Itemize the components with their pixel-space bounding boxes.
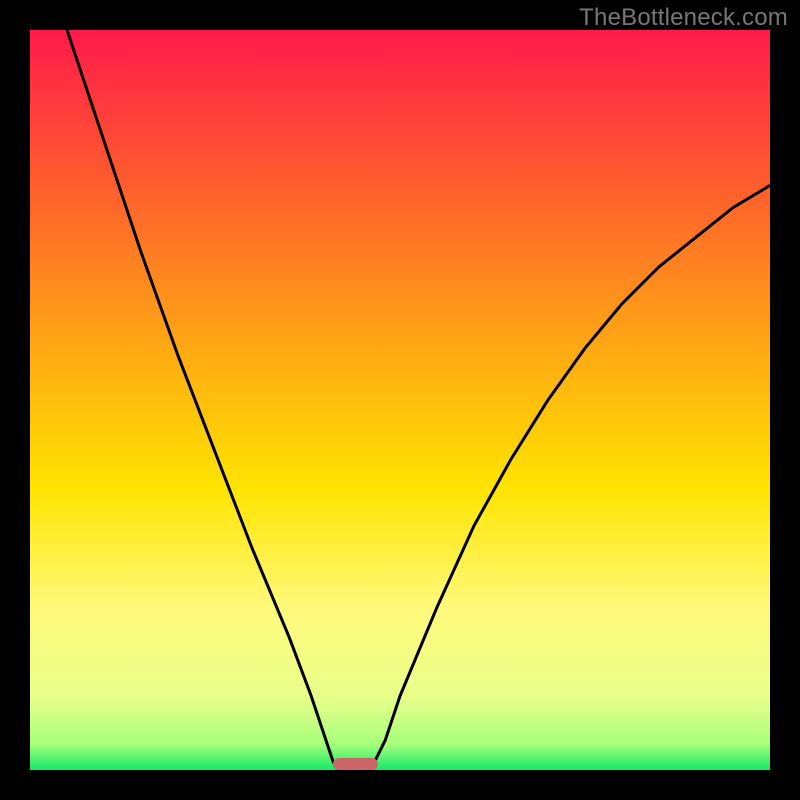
right-curve [370,185,770,770]
curves-layer [30,30,770,770]
watermark-text: TheBottleneck.com [579,4,788,32]
left-curve [67,30,341,770]
chart-container: TheBottleneck.com [0,0,800,800]
minimum-marker [333,758,377,770]
plot-area [30,30,770,770]
